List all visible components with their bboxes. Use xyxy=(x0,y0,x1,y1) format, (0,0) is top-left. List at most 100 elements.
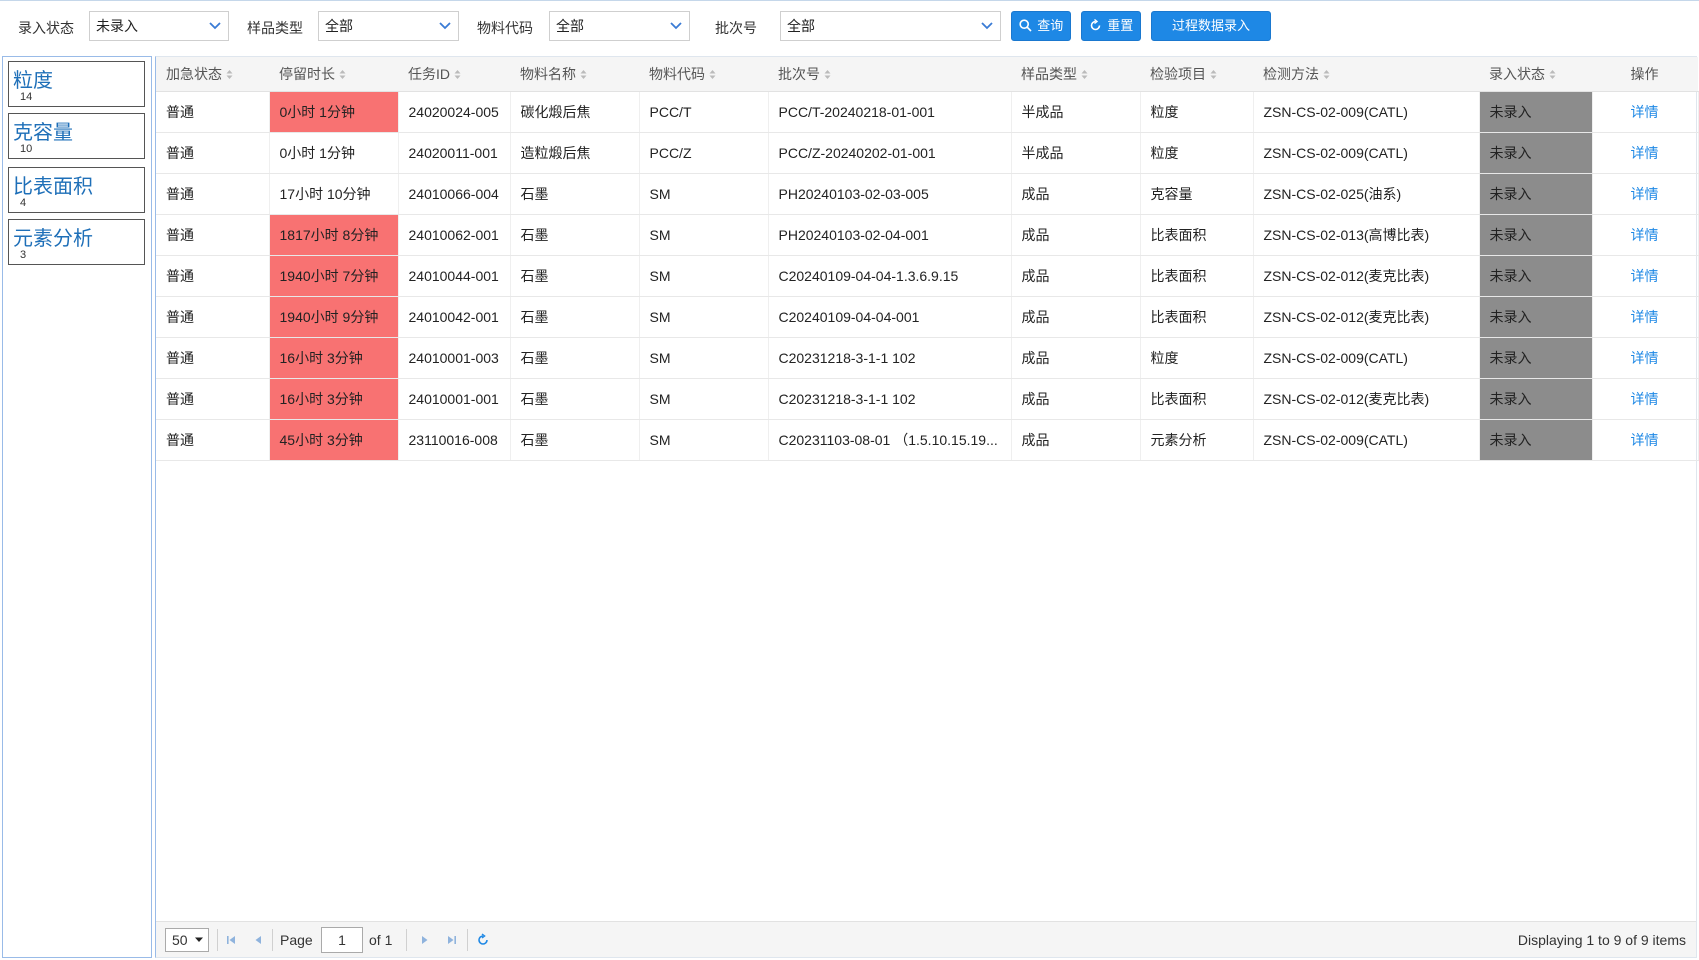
detail-link[interactable]: 详情 xyxy=(1631,104,1659,120)
table-row[interactable]: 普通 17小时 10分钟 24010066-004 石墨 SM PH20240103-02… xyxy=(156,173,1699,215)
cell-duration: 45小时 3分钟 xyxy=(269,419,399,461)
column-header-material-code[interactable]: 物料代码 xyxy=(639,57,768,92)
cell-material-code: SM xyxy=(639,419,769,461)
reset-button[interactable]: 重置 xyxy=(1081,11,1141,41)
cell-urgency: 普通 xyxy=(156,337,270,379)
cell-material-name: 石墨 xyxy=(510,255,640,297)
column-header-inspection-item[interactable]: 检验项目 xyxy=(1140,57,1253,92)
sidebar-item-name: 比表面积 xyxy=(13,176,93,198)
cell-task-id: 24010001-001 xyxy=(398,378,511,420)
cell-entry-status: 未录入 xyxy=(1479,173,1593,215)
detail-link[interactable]: 详情 xyxy=(1631,227,1659,243)
chevron-down-icon xyxy=(439,22,451,30)
detail-link[interactable]: 详情 xyxy=(1631,268,1659,284)
cell-entry-status: 未录入 xyxy=(1479,337,1593,379)
cell-entry-status: 未录入 xyxy=(1479,91,1593,133)
inspection-item-sidebar: 粒度 14 克容量 10 比表面积 4 元素分析 3 xyxy=(2,56,152,958)
sort-icon xyxy=(454,69,461,79)
detail-link[interactable]: 详情 xyxy=(1631,350,1659,366)
entry-status-select[interactable]: 未录入 xyxy=(89,11,229,41)
cell-entry-status: 未录入 xyxy=(1479,214,1593,256)
cell-sample-type: 半成品 xyxy=(1011,132,1141,174)
table-row[interactable]: 普通 45小时 3分钟 23110016-008 石墨 SM C20231103-08-0… xyxy=(156,419,1699,461)
column-header-sample-type[interactable]: 样品类型 xyxy=(1011,57,1140,92)
cell-urgency: 普通 xyxy=(156,419,270,461)
previous-page-icon[interactable] xyxy=(251,933,265,947)
table-row[interactable]: 普通 0小时 1分钟 24020024-005 碳化煅后焦 PCC/T PCC/T-202… xyxy=(156,91,1699,133)
cell-method: ZSN-CS-02-009(CATL) xyxy=(1253,91,1480,133)
table-row[interactable]: 普通 16小时 3分钟 24010001-003 石墨 SM C20231218-3-1-… xyxy=(156,337,1699,379)
cell-material-name: 石墨 xyxy=(510,337,640,379)
detail-link[interactable]: 详情 xyxy=(1631,391,1659,407)
refresh-icon xyxy=(1090,18,1100,31)
cell-method: ZSN-CS-02-012(麦克比表) xyxy=(1253,255,1480,297)
cell-method: ZSN-CS-02-013(高博比表) xyxy=(1253,214,1480,256)
cell-material-name: 碳化煅后焦 xyxy=(510,91,640,133)
detail-link[interactable]: 详情 xyxy=(1631,145,1659,161)
detail-link[interactable]: 详情 xyxy=(1631,309,1659,325)
detail-link[interactable]: 详情 xyxy=(1631,432,1659,448)
page-size-value: 50 xyxy=(172,932,188,948)
pager-divider xyxy=(217,929,218,951)
batch-no-select[interactable]: 全部 xyxy=(780,11,1001,41)
column-header-method[interactable]: 检测方法 xyxy=(1253,57,1479,92)
query-button[interactable]: 查询 xyxy=(1011,11,1071,41)
sidebar-item-specific-surface-area[interactable]: 比表面积 4 xyxy=(8,167,145,213)
table-body: 普通 0小时 1分钟 24020024-005 碳化煅后焦 PCC/T PCC/T-202… xyxy=(156,91,1699,461)
sidebar-item-count: 10 xyxy=(20,143,33,155)
column-header-entry-status[interactable]: 录入状态 xyxy=(1479,57,1592,92)
table-row[interactable]: 普通 1940小时 9分钟 24010042-001 石墨 SM C20240109-04… xyxy=(156,296,1699,338)
cell-sample-type: 成品 xyxy=(1011,214,1141,256)
sort-icon xyxy=(1210,69,1217,79)
sidebar-item-element-analysis[interactable]: 元素分析 3 xyxy=(8,219,145,265)
process-data-entry-button[interactable]: 过程数据录入 xyxy=(1151,11,1271,41)
search-icon xyxy=(1019,19,1032,32)
cell-inspection-item: 比表面积 xyxy=(1140,296,1254,338)
column-header-duration[interactable]: 停留时长 xyxy=(269,57,398,92)
page-number-input[interactable]: 1 xyxy=(321,927,363,953)
cell-material-name: 石墨 xyxy=(510,214,640,256)
last-page-icon[interactable] xyxy=(445,933,459,947)
refresh-icon[interactable] xyxy=(476,933,490,947)
cell-duration: 16小时 3分钟 xyxy=(269,337,399,379)
sample-type-select[interactable]: 全部 xyxy=(318,11,459,41)
cell-duration: 1940小时 7分钟 xyxy=(269,255,399,297)
column-header-label: 操作 xyxy=(1630,65,1659,82)
sort-icon xyxy=(1081,69,1088,79)
cell-sample-type: 成品 xyxy=(1011,255,1141,297)
material-code-select[interactable]: 全部 xyxy=(549,11,690,41)
column-header-material-name[interactable]: 物料名称 xyxy=(510,57,639,92)
column-header-batch[interactable]: 批次号 xyxy=(768,57,1011,92)
cell-material-code: SM xyxy=(639,173,769,215)
cell-batch: C20240109-04-04-001 xyxy=(768,296,1012,338)
task-datagrid: 加急状态 停留时长 任务ID 物料名称 物料代码 批次号 样品类型 检验项目 检… xyxy=(155,56,1699,958)
chevron-down-icon xyxy=(209,22,221,30)
next-page-icon[interactable] xyxy=(418,933,432,947)
column-header-label: 停留时长 xyxy=(279,65,335,82)
table-row[interactable]: 普通 1817小时 8分钟 24010062-001 石墨 SM PH20240103-0… xyxy=(156,214,1699,256)
column-header-urgency[interactable]: 加急状态 xyxy=(156,57,269,92)
table-row[interactable]: 普通 0小时 1分钟 24020011-001 造粒煅后焦 PCC/Z PCC/Z-202… xyxy=(156,132,1699,174)
cell-inspection-item: 粒度 xyxy=(1140,91,1254,133)
query-button-label: 查询 xyxy=(1037,18,1064,33)
table-row[interactable]: 普通 1940小时 7分钟 24010044-001 石墨 SM C20240109-04… xyxy=(156,255,1699,297)
table-row[interactable]: 普通 16小时 3分钟 24010001-001 石墨 SM C20231218-3-1-… xyxy=(156,378,1699,420)
page-size-select[interactable]: 50 xyxy=(165,928,209,952)
cell-duration: 17小时 10分钟 xyxy=(269,173,399,215)
filter-toolbar: 录入状态 未录入 样品类型 全部 物料代码 全部 批次号 全部 查询 重置 过程… xyxy=(0,0,1699,50)
sidebar-item-particle-size[interactable]: 粒度 14 xyxy=(8,61,145,107)
cell-actions: 详情 xyxy=(1592,173,1699,215)
cell-duration: 0小时 1分钟 xyxy=(269,91,399,133)
cell-urgency: 普通 xyxy=(156,255,270,297)
cell-actions: 详情 xyxy=(1592,91,1699,133)
cell-sample-type: 成品 xyxy=(1011,419,1141,461)
cell-batch: C20231103-08-01 （1.5.10.15.19... xyxy=(768,419,1012,461)
cell-method: ZSN-CS-02-009(CATL) xyxy=(1253,337,1480,379)
sidebar-item-gram-capacity[interactable]: 克容量 10 xyxy=(8,113,145,159)
first-page-icon[interactable] xyxy=(224,933,238,947)
cell-material-name: 石墨 xyxy=(510,296,640,338)
detail-link[interactable]: 详情 xyxy=(1631,186,1659,202)
page-label: Page xyxy=(280,932,313,948)
cell-batch: C20240109-04-04-1.3.6.9.15 xyxy=(768,255,1012,297)
column-header-task-id[interactable]: 任务ID xyxy=(398,57,510,92)
